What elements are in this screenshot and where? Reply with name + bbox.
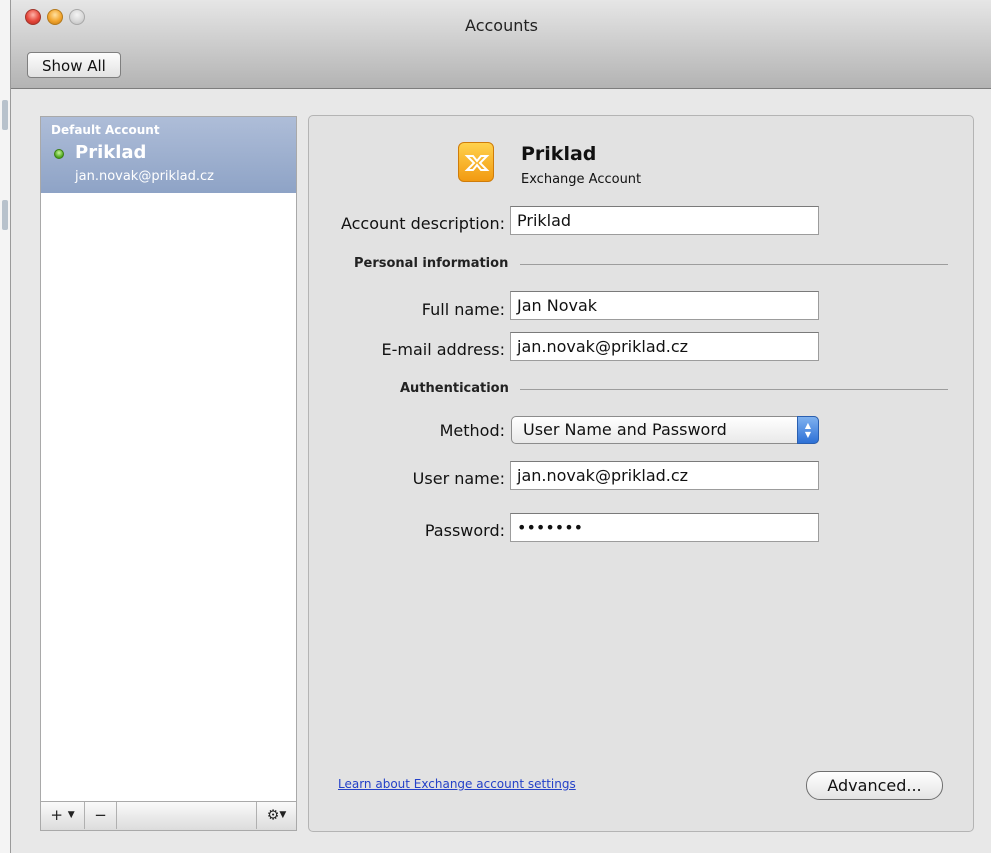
window-title: Accounts (465, 16, 538, 35)
authentication-heading: Authentication (400, 381, 509, 396)
title-toolbar: Accounts Show All (11, 0, 991, 89)
account-description-label: Account description: (340, 214, 505, 233)
gear-icon: ⚙ (266, 807, 280, 824)
authentication-method-select[interactable]: User Name and Password ▲ ▼ (511, 416, 819, 444)
account-group-label: Default Account (51, 123, 160, 137)
account-actions-button[interactable]: ⚙▼ (256, 802, 296, 829)
background-window-mark (2, 100, 8, 130)
account-type-label: Exchange Account (521, 172, 642, 187)
chevron-down-icon: ▼ (67, 810, 75, 820)
full-name-label: Full name: (421, 300, 505, 319)
personal-information-heading: Personal information (354, 256, 509, 271)
email-address-field[interactable]: jan.novak@priklad.cz (510, 332, 819, 361)
user-name-field[interactable]: jan.novak@priklad.cz (510, 461, 819, 490)
account-details-panel: Priklad Exchange Account Account descrip… (308, 115, 974, 832)
section-divider (520, 264, 948, 265)
email-address-label: E-mail address: (381, 340, 506, 359)
learn-exchange-settings-link[interactable]: Learn about Exchange account settings (338, 777, 576, 791)
remove-account-button[interactable]: − (85, 802, 117, 829)
method-selected-value: User Name and Password (523, 420, 727, 439)
account-description-field[interactable]: Priklad (510, 206, 819, 235)
show-all-button[interactable]: Show All (27, 52, 121, 78)
section-divider (520, 389, 948, 390)
background-window-edge (0, 0, 10, 853)
advanced-button[interactable]: Advanced... (806, 771, 943, 800)
background-window-mark (2, 200, 8, 230)
account-name-heading: Priklad (521, 143, 597, 165)
select-arrows-icon: ▲ ▼ (797, 416, 819, 444)
account-list-item[interactable]: Default Account Priklad jan.novak@prikla… (41, 117, 296, 193)
exchange-icon (458, 142, 494, 182)
account-list-name: Priklad (75, 142, 147, 163)
account-status-icon (54, 149, 64, 159)
plus-icon: + (50, 806, 63, 824)
account-list-email: jan.novak@priklad.cz (75, 169, 215, 184)
accounts-window: Accounts Show All Default Account Prikla… (10, 0, 991, 853)
chevron-down-icon: ▼ (279, 810, 287, 820)
add-account-button[interactable]: + ▼ (41, 802, 85, 829)
sidebar-footer: + ▼ − ⚙▼ (41, 801, 296, 830)
user-name-label: User name: (412, 469, 505, 488)
password-field[interactable]: ••••••• (510, 513, 819, 542)
full-name-field[interactable]: Jan Novak (510, 291, 819, 320)
method-label: Method: (439, 421, 505, 440)
accounts-sidebar: Default Account Priklad jan.novak@prikla… (40, 116, 297, 831)
password-label: Password: (424, 521, 505, 540)
